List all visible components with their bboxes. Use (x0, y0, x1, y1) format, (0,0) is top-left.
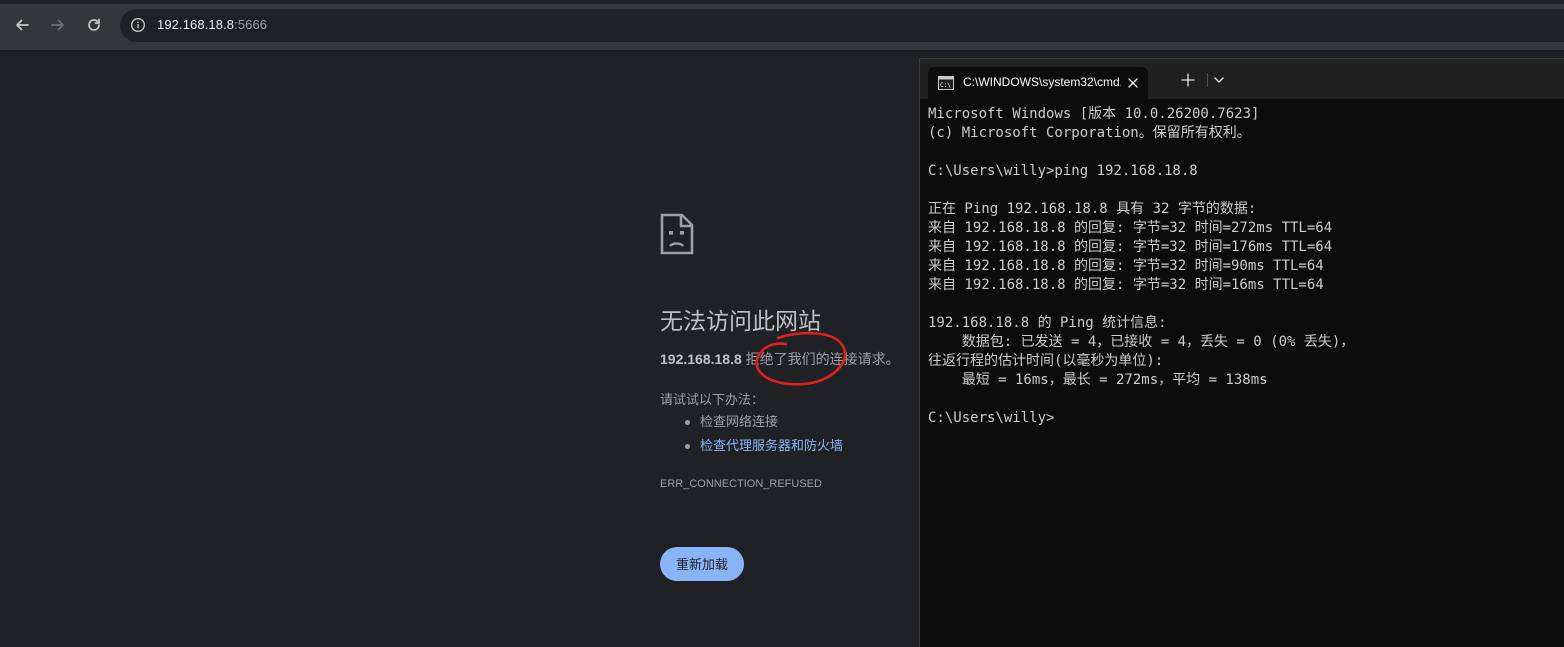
suggestions-list: 检查网络连接 检查代理服务器和防火墙 (660, 410, 843, 458)
url-text[interactable]: 192.168.18.8:5666 (157, 17, 267, 32)
tab-strip-edge (0, 0, 1564, 4)
terminal-line: 往返行程的估计时间(以毫秒为单位): (928, 353, 1164, 369)
url-host: 192.168.18.8 (157, 17, 235, 32)
error-host: 192.168.18.8 (660, 351, 742, 367)
terminal-window[interactable]: C:\ C:\WINDOWS\system32\cmd.e Microsoft … (919, 58, 1564, 647)
error-page: 无法访问此网站 192.168.18.8 拒绝了我们的连接请求。 请试试以下办法… (0, 50, 920, 647)
refresh-icon (88, 18, 100, 31)
terminal-prompt: C:\Users\willy> (928, 410, 1055, 426)
svg-text:C:\: C:\ (940, 82, 951, 89)
terminal-line: C:\Users\willy>ping 192.168.18.8 (928, 163, 1198, 179)
cmd-icon: C:\ (938, 76, 954, 90)
tab-divider (1207, 73, 1208, 87)
terminal-line: 来自 192.168.18.8 的回复: 字节=32 时间=176ms TTL=… (928, 239, 1333, 255)
reload-button[interactable]: 重新加载 (660, 547, 744, 581)
terminal-line: (c) Microsoft Corporation。保留所有权利。 (928, 125, 1251, 141)
back-button[interactable] (9, 12, 35, 38)
terminal-tab-bar: C:\ C:\WINDOWS\system32\cmd.e (920, 59, 1564, 99)
suggestion-check-network: 检查网络连接 (660, 410, 843, 434)
arrow-left-icon (16, 19, 29, 31)
terminal-line: 来自 192.168.18.8 的回复: 字节=32 时间=272ms TTL=… (928, 220, 1333, 236)
terminal-line: 数据包: 已发送 = 4，已接收 = 4，丢失 = 0 (0% 丢失)， (928, 334, 1355, 350)
close-icon[interactable] (1125, 75, 1141, 91)
reload-page-button[interactable] (81, 12, 107, 38)
terminal-line: 192.168.18.8 的 Ping 统计信息: (928, 315, 1167, 331)
terminal-tab-title: C:\WINDOWS\system32\cmd.e (963, 75, 1121, 89)
error-code: ERR_CONNECTION_REFUSED (660, 478, 822, 490)
suggestion-check-proxy-link[interactable]: 检查代理服务器和防火墙 (660, 434, 843, 458)
plus-icon[interactable] (1180, 72, 1196, 88)
terminal-line: 来自 192.168.18.8 的回复: 字节=32 时间=16ms TTL=6… (928, 277, 1324, 293)
terminal-line: 正在 Ping 192.168.18.8 具有 32 字节的数据: (928, 201, 1257, 217)
terminal-line: 来自 192.168.18.8 的回复: 字节=32 时间=90ms TTL=6… (928, 258, 1324, 274)
address-bar[interactable]: 192.168.18.8:5666 (120, 9, 1564, 42)
chevron-down-icon[interactable] (1212, 73, 1226, 87)
terminal-line: Microsoft Windows [版本 10.0.26200.7623] (928, 106, 1260, 122)
browser-toolbar: 192.168.18.8:5666 (0, 0, 1564, 50)
red-circle-annotation (755, 331, 847, 386)
url-port: :5666 (234, 17, 268, 32)
terminal-line: 最短 = 16ms，最长 = 272ms，平均 = 138ms (928, 372, 1268, 388)
forward-button[interactable] (45, 12, 71, 38)
info-icon[interactable] (130, 17, 146, 33)
sad-page-icon (660, 213, 694, 255)
terminal-output[interactable]: Microsoft Windows [版本 10.0.26200.7623] (… (928, 105, 1558, 428)
terminal-tab[interactable]: C:\ C:\WINDOWS\system32\cmd.e (928, 67, 1148, 99)
arrow-right-icon (51, 19, 64, 31)
suggestions-label: 请试试以下办法： (660, 392, 765, 407)
